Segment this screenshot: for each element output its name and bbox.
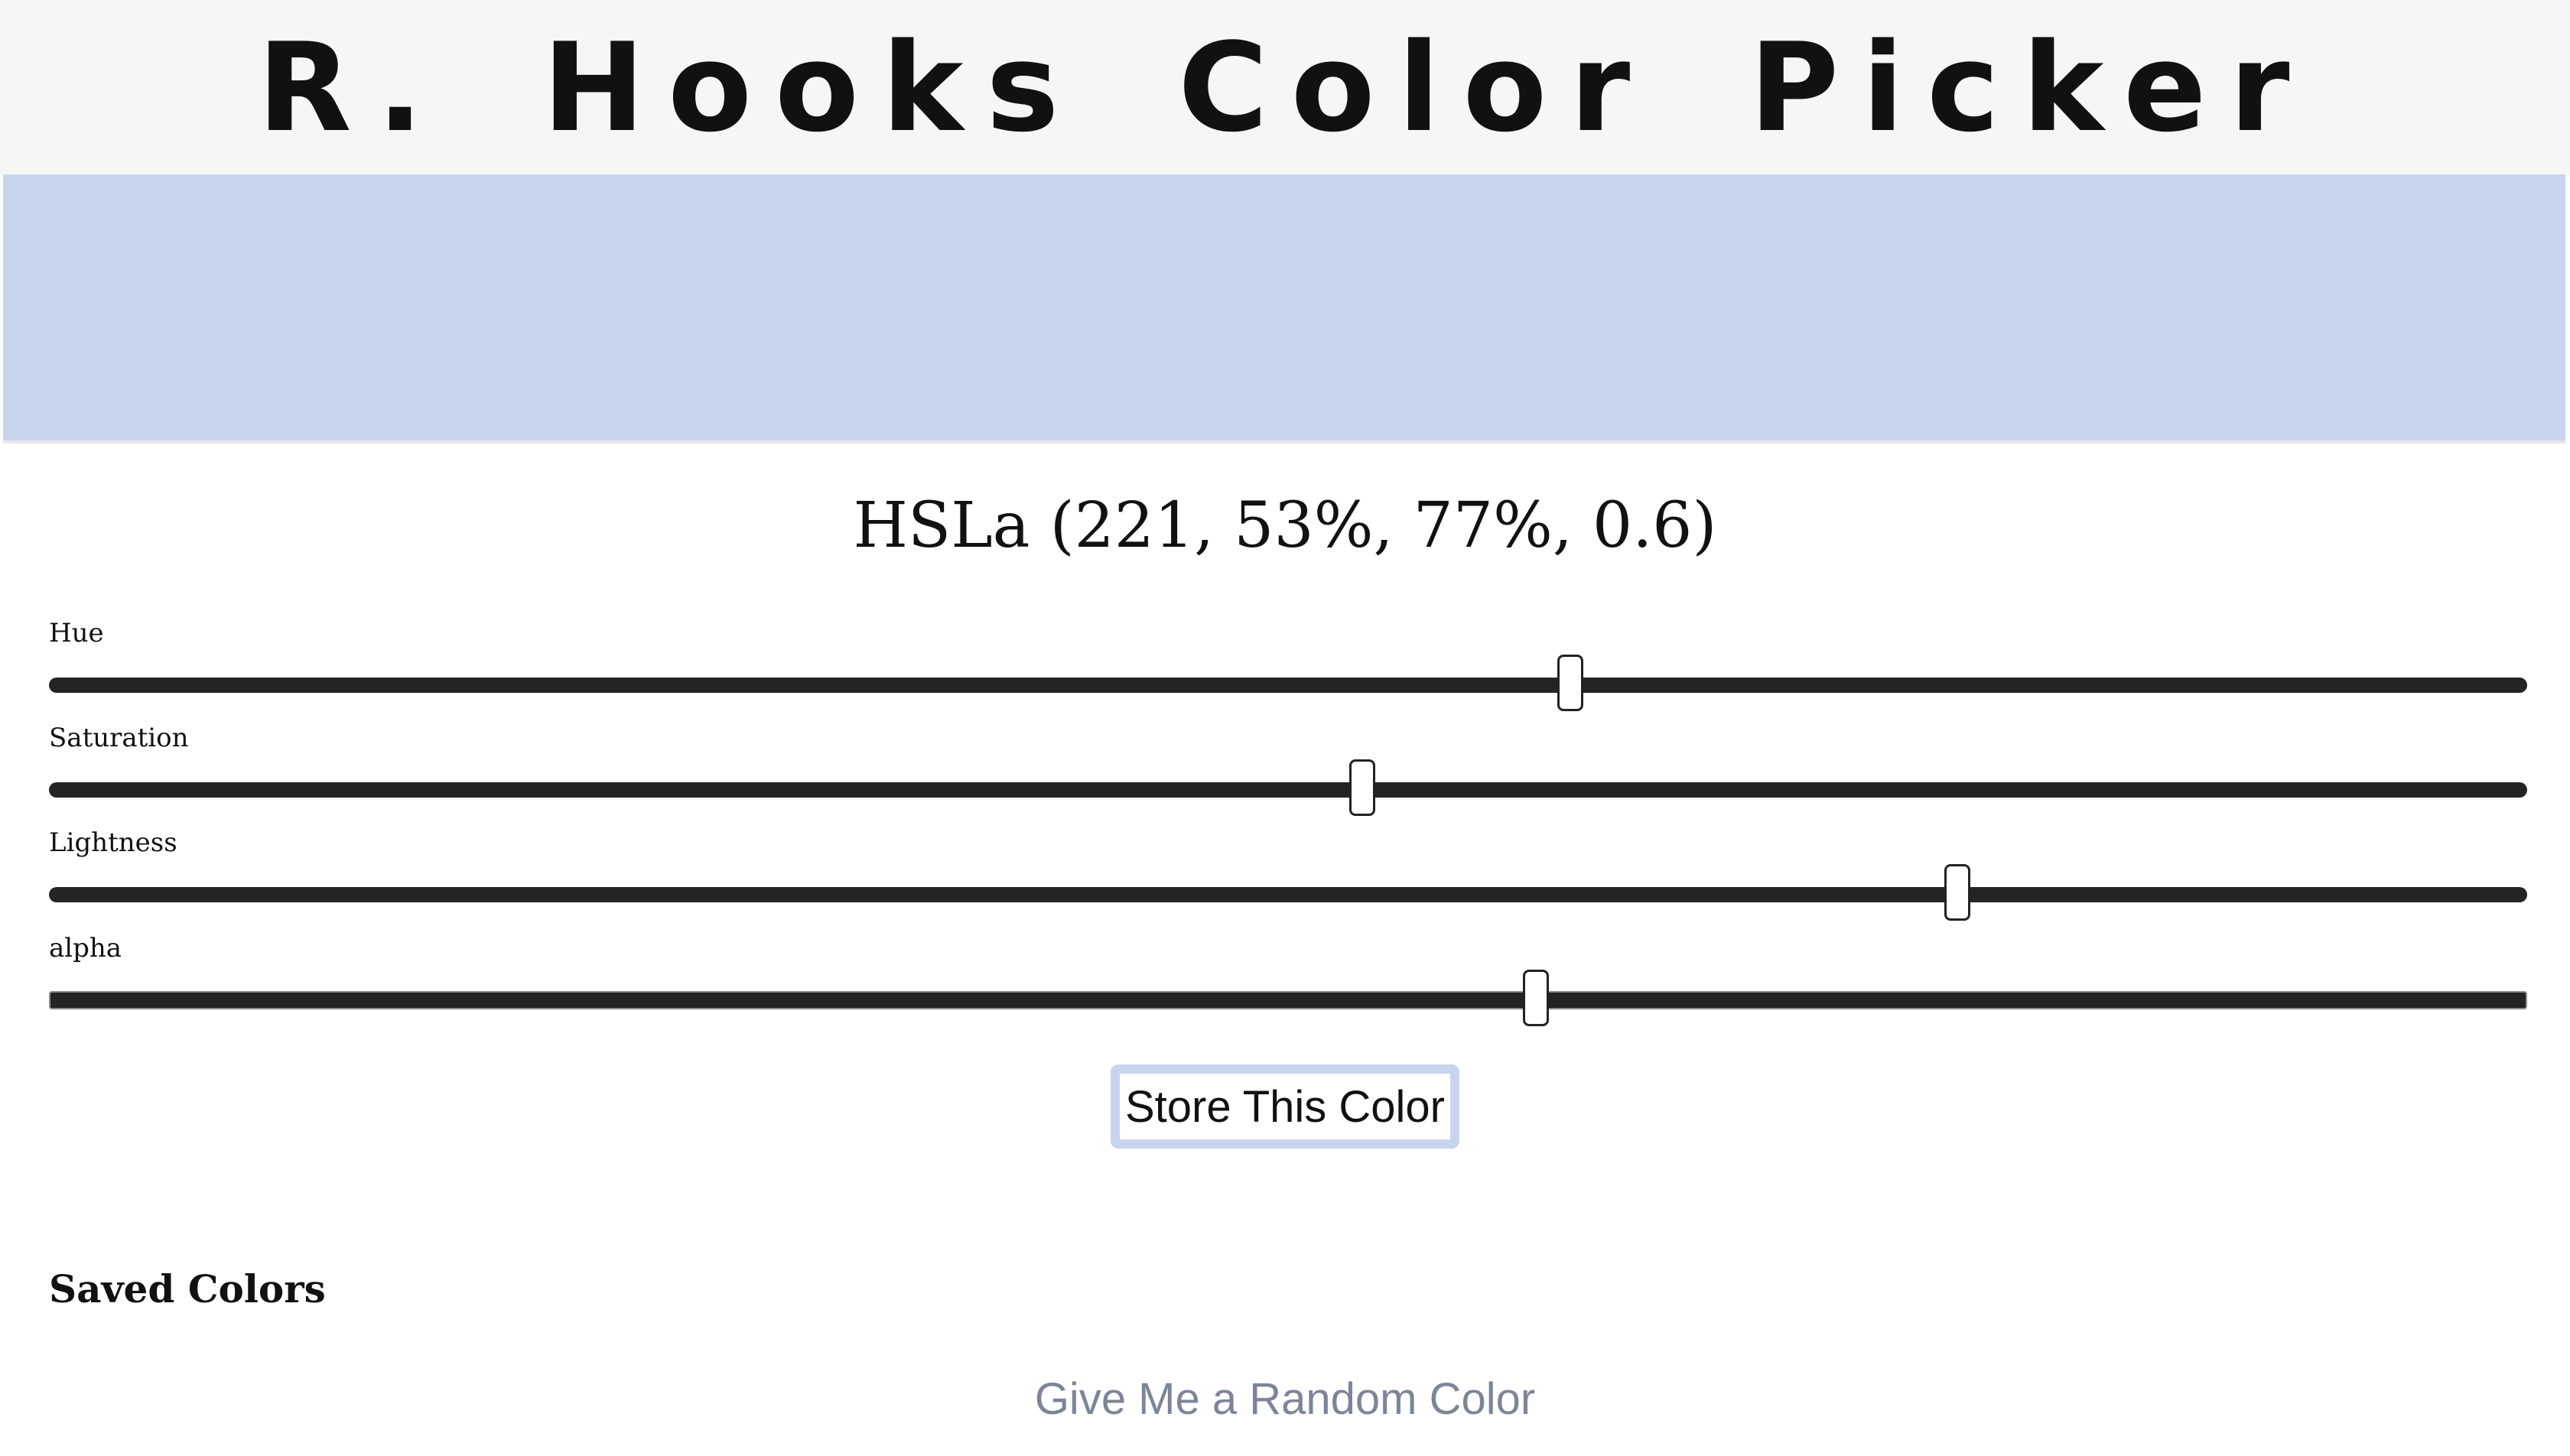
app-header: R. Hooks Color Picker bbox=[0, 0, 2570, 174]
saved-colors-heading: Saved Colors bbox=[49, 1266, 326, 1311]
lightness-slider-thumb[interactable] bbox=[1944, 864, 1970, 921]
hue-slider-thumb[interactable] bbox=[1557, 655, 1583, 711]
lightness-slider[interactable] bbox=[49, 864, 2527, 921]
saturation-slider-thumb[interactable] bbox=[1349, 759, 1376, 816]
hsla-readout: HSLa (221, 53%, 77%, 0.6) bbox=[853, 489, 1717, 562]
saturation-label: Saturation bbox=[49, 723, 189, 753]
color-preview-swatch bbox=[3, 174, 2565, 444]
random-color-button[interactable]: Give Me a Random Color bbox=[0, 1373, 2570, 1425]
hue-slider[interactable] bbox=[49, 655, 2527, 711]
lightness-label: Lightness bbox=[49, 827, 177, 858]
hue-label: Hue bbox=[49, 618, 104, 648]
page-title: R. Hooks Color Picker bbox=[257, 15, 2313, 159]
saturation-slider[interactable] bbox=[49, 759, 2527, 816]
store-color-button[interactable]: Store This Color bbox=[1111, 1064, 1459, 1149]
alpha-slider[interactable] bbox=[49, 970, 2527, 1026]
alpha-label: alpha bbox=[49, 933, 122, 964]
alpha-slider-thumb[interactable] bbox=[1522, 970, 1549, 1026]
